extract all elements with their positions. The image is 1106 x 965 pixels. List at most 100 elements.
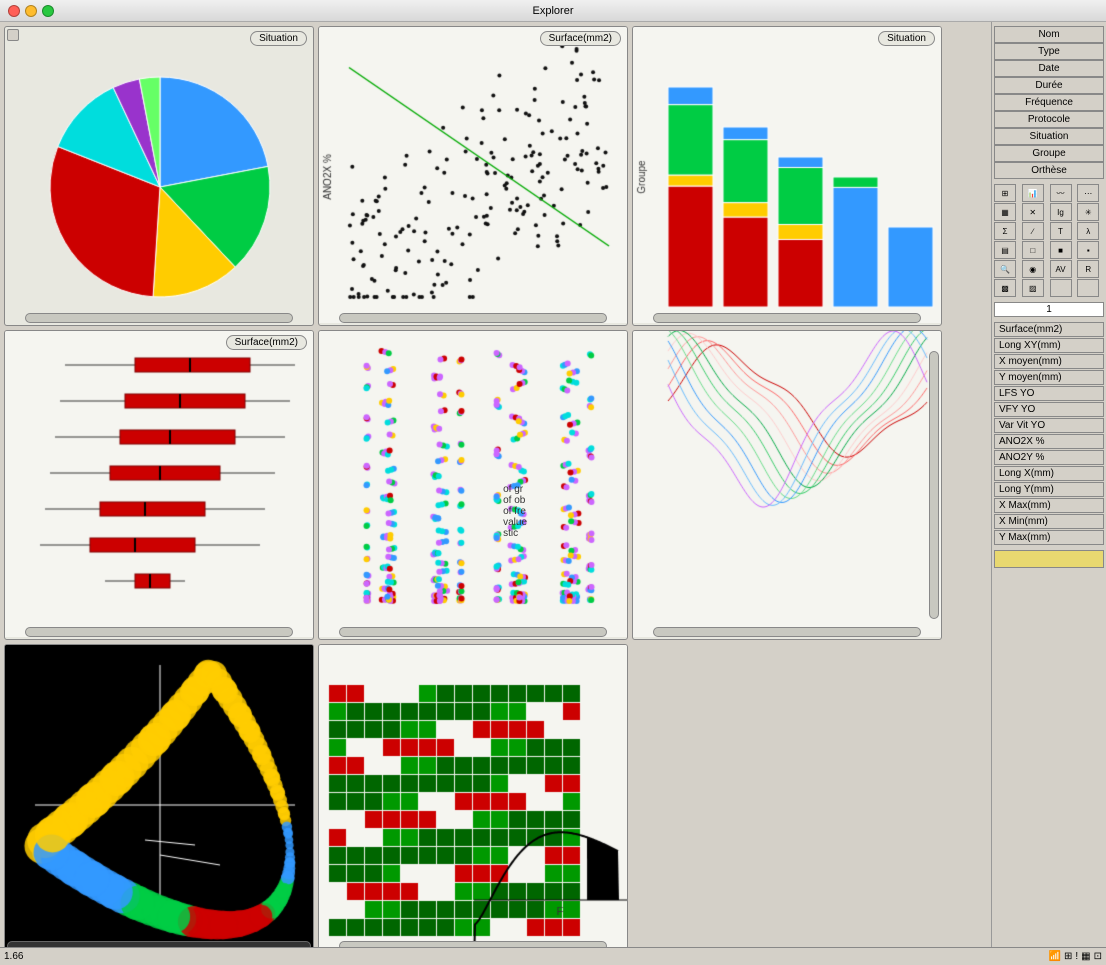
strip-panel: Situation Long XY(mm) X moyen(mm) VFY YO… bbox=[318, 330, 628, 640]
sidebar-color-indicator bbox=[994, 550, 1104, 568]
icon-magnify[interactable]: 🔍 bbox=[994, 260, 1016, 278]
scatter-scrollbar[interactable] bbox=[339, 313, 607, 323]
sidebar-situation[interactable]: Situation bbox=[994, 128, 1104, 145]
sidebar-var-11[interactable]: X Max(mm) bbox=[994, 498, 1104, 513]
bubble-panel: Surface(mm2) Long XY(mm) Var Vit YO Grou… bbox=[4, 644, 314, 954]
main-container: Situation Surface(mm2) ANO2X % Situation… bbox=[0, 22, 1106, 965]
anova-canvas bbox=[319, 645, 628, 951]
pie-chart-canvas bbox=[5, 27, 314, 323]
stacked-bar-title: Situation bbox=[878, 31, 935, 46]
sidebar-var-5[interactable]: VFY YO bbox=[994, 402, 1104, 417]
sidebar-var-4[interactable]: LFS YO bbox=[994, 386, 1104, 401]
strip-text-st: stic bbox=[503, 528, 527, 539]
icon-ig[interactable]: Ig bbox=[1050, 203, 1072, 221]
boxplot-panel: Surface(mm2) Situation bbox=[4, 330, 314, 640]
window-controls[interactable] bbox=[8, 5, 54, 17]
scatter-panel: Surface(mm2) ANO2X % bbox=[318, 26, 628, 326]
sidebar-var-9[interactable]: Long X(mm) bbox=[994, 466, 1104, 481]
boxplot-canvas bbox=[5, 331, 314, 637]
sidebar-labels: Nom Type Date Durée Fréquence Protocole … bbox=[994, 26, 1104, 179]
strip-text-fr: of fre bbox=[503, 506, 527, 517]
icon-r[interactable]: R bbox=[1077, 260, 1099, 278]
icon-lambda[interactable]: λ bbox=[1077, 222, 1099, 240]
close-button[interactable] bbox=[8, 5, 20, 17]
app-title: Explorer bbox=[533, 5, 574, 17]
icon-grid3[interactable]: ▤ bbox=[994, 241, 1016, 259]
icon-sq2[interactable]: ■ bbox=[1050, 241, 1072, 259]
boxplot-scrollbar[interactable] bbox=[25, 627, 293, 637]
sidebar-var-0[interactable]: Surface(mm2) bbox=[994, 322, 1104, 337]
wave-scrollbar-h[interactable] bbox=[653, 627, 921, 637]
pie-scrollbar[interactable] bbox=[25, 313, 293, 323]
icon-pattern2[interactable]: ▨ bbox=[1022, 279, 1044, 297]
sidebar-duree[interactable]: Durée bbox=[994, 77, 1104, 94]
scatter-canvas bbox=[319, 27, 628, 323]
status-version: 1.66 bbox=[4, 951, 23, 962]
icon-x[interactable]: ✕ bbox=[1022, 203, 1044, 221]
sidebar-number: 1 bbox=[994, 302, 1104, 317]
sidebar-orthese[interactable]: Orthèse bbox=[994, 162, 1104, 179]
wave-scrollbar[interactable] bbox=[929, 351, 939, 619]
icon-wave[interactable]: 〰 bbox=[1050, 184, 1072, 202]
sidebar-icon-grid: ⊞ 📊 〰 ⋯ ▦ ✕ Ig ✳ Σ ∕ T λ ▤ □ ■ ▪ 🔍 ◉ AV … bbox=[994, 184, 1104, 297]
icon-star[interactable]: ✳ bbox=[1077, 203, 1099, 221]
icon-empty2[interactable] bbox=[1077, 279, 1099, 297]
icon-sq3[interactable]: ▪ bbox=[1077, 241, 1099, 259]
icon-empty[interactable] bbox=[1050, 279, 1072, 297]
icon-sigma[interactable]: Σ bbox=[994, 222, 1016, 240]
status-icon-add[interactable]: ⊞ bbox=[1064, 951, 1072, 962]
wave-canvas bbox=[633, 331, 942, 637]
scatter-title: Surface(mm2) bbox=[540, 31, 621, 46]
stacked-bar-scrollbar[interactable] bbox=[653, 313, 921, 323]
sidebar-var-7[interactable]: ANO2X % bbox=[994, 434, 1104, 449]
sidebar-protocole[interactable]: Protocole bbox=[994, 111, 1104, 128]
strip-scrollbar[interactable] bbox=[339, 627, 607, 637]
status-bar: 1.66 📶 ⊞ ! ▦ ⊡ bbox=[0, 947, 1106, 965]
icon-pattern[interactable]: ▩ bbox=[994, 279, 1016, 297]
bubble-canvas bbox=[5, 645, 314, 951]
stacked-bar-canvas bbox=[633, 27, 942, 323]
strip-canvas bbox=[319, 331, 628, 637]
sidebar-type[interactable]: Type bbox=[994, 43, 1104, 60]
pie-chart-panel: Situation bbox=[4, 26, 314, 326]
sidebar-var-10[interactable]: Long Y(mm) bbox=[994, 482, 1104, 497]
wave-panel: Groupe Surface(mm2) Long XY(mm) LFS YO L… bbox=[632, 330, 942, 640]
sidebar-frequence[interactable]: Fréquence bbox=[994, 94, 1104, 111]
sidebar-var-6[interactable]: Var Vit YO bbox=[994, 418, 1104, 433]
status-right: 📶 ⊞ ! ▦ ⊡ bbox=[1049, 951, 1102, 962]
status-icon-bar[interactable]: 📶 bbox=[1049, 951, 1061, 962]
sidebar-var-13[interactable]: Y Max(mm) bbox=[994, 530, 1104, 545]
sidebar-var-2[interactable]: X moyen(mm) bbox=[994, 354, 1104, 369]
anova-panel: All the means are equals "Situation" has… bbox=[318, 644, 628, 954]
maximize-button[interactable] bbox=[42, 5, 54, 17]
status-icon-grid[interactable]: ▦ bbox=[1081, 951, 1090, 962]
icon-av[interactable]: AV bbox=[1050, 260, 1072, 278]
icon-grid2[interactable]: ▦ bbox=[994, 203, 1016, 221]
pie-chart-title: Situation bbox=[250, 31, 307, 46]
minimize-button[interactable] bbox=[25, 5, 37, 17]
strip-text-gr: of gr bbox=[503, 484, 527, 495]
sidebar-variable-list: Surface(mm2) Long XY(mm) X moyen(mm) Y m… bbox=[994, 322, 1104, 545]
sidebar-date[interactable]: Date bbox=[994, 60, 1104, 77]
sidebar-var-12[interactable]: X Min(mm) bbox=[994, 514, 1104, 529]
icon-dots[interactable]: ⋯ bbox=[1077, 184, 1099, 202]
sidebar-var-3[interactable]: Y moyen(mm) bbox=[994, 370, 1104, 385]
icon-t[interactable]: T bbox=[1050, 222, 1072, 240]
sidebar-var-8[interactable]: ANO2Y % bbox=[994, 450, 1104, 465]
status-icon-alert[interactable]: ! bbox=[1075, 951, 1078, 962]
icon-grid[interactable]: ⊞ bbox=[994, 184, 1016, 202]
content-area: Situation Surface(mm2) ANO2X % Situation… bbox=[0, 22, 991, 965]
strip-text-ob: of ob bbox=[503, 495, 527, 506]
icon-eye[interactable]: ◉ bbox=[1022, 260, 1044, 278]
sidebar-nom[interactable]: Nom bbox=[994, 26, 1104, 43]
title-bar: Explorer bbox=[0, 0, 1106, 22]
status-icon-resize[interactable]: ⊡ bbox=[1094, 951, 1102, 962]
icon-slash[interactable]: ∕ bbox=[1022, 222, 1044, 240]
strip-text: of gr of ob of fre value stic bbox=[503, 484, 527, 539]
icon-sq[interactable]: □ bbox=[1022, 241, 1044, 259]
sidebar-var-1[interactable]: Long XY(mm) bbox=[994, 338, 1104, 353]
sidebar-groupe[interactable]: Groupe bbox=[994, 145, 1104, 162]
icon-chart[interactable]: 📊 bbox=[1022, 184, 1044, 202]
boxplot-title: Surface(mm2) bbox=[226, 335, 307, 350]
strip-text-va: value bbox=[503, 517, 527, 528]
